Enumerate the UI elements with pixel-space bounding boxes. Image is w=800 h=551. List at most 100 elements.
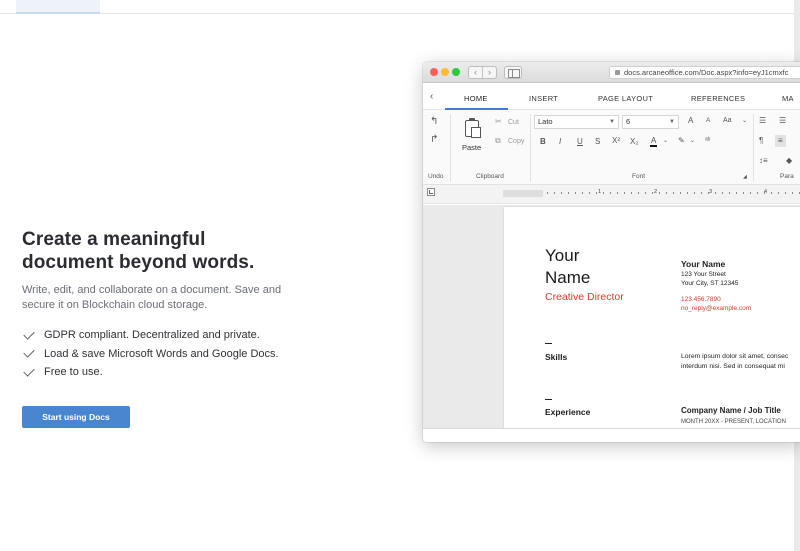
ribbon-toolbar: ↰ ↱ Undo Paste ✂ Cut ⧉ Copy Clipboard La… xyxy=(423,110,800,185)
bullet-list-icon[interactable]: ☰ xyxy=(759,117,766,125)
ruler-tick xyxy=(554,192,555,194)
ruler-tick xyxy=(687,192,688,194)
close-window-icon[interactable] xyxy=(430,68,438,76)
ruler-tick xyxy=(610,192,611,194)
skills-heading: Skills xyxy=(545,352,568,362)
ruler-tick xyxy=(736,192,737,194)
ribbon-tabs: ‹ HOME INSERT PAGE LAYOUT REFERENCES MA xyxy=(423,84,800,110)
toolbar-divider xyxy=(450,114,451,182)
font-size-select[interactable]: 6 ▼ xyxy=(622,115,679,129)
grow-font-icon[interactable]: A xyxy=(688,117,693,125)
clear-formatting-icon[interactable]: ᵃᵇ xyxy=(705,137,710,144)
start-using-docs-button[interactable]: Start using Docs xyxy=(22,405,130,428)
contact-address1: 123 Your Street xyxy=(681,271,726,278)
undo-group-label: Undo xyxy=(428,173,444,180)
font-size-value: 6 xyxy=(626,117,631,126)
font-family-select[interactable]: Lato ▼ xyxy=(534,115,619,129)
strikethrough-button[interactable]: S xyxy=(595,138,600,146)
tab-page-layout[interactable]: PAGE LAYOUT xyxy=(598,94,653,103)
top-nav-strip xyxy=(0,0,800,14)
italic-button[interactable]: I xyxy=(559,138,561,146)
line-spacing-icon[interactable]: ↕≡ xyxy=(759,157,768,165)
resume-contact: Your Name 123 Your Street Your City, ST … xyxy=(681,258,751,313)
contact-phone: 123.456.7890 xyxy=(681,296,721,303)
clipboard-group-label: Clipboard xyxy=(476,173,504,180)
top-nav-active-tab[interactable] xyxy=(16,0,100,14)
chevron-down-icon: ▼ xyxy=(669,119,675,125)
subscript-icon[interactable]: X₂ xyxy=(630,138,638,146)
section-divider xyxy=(545,343,552,344)
chevron-down-icon[interactable]: ⌄ xyxy=(742,118,747,124)
paste-button[interactable]: Paste xyxy=(462,143,481,152)
tab-stop-selector-icon[interactable] xyxy=(427,188,435,196)
tab-mailings[interactable]: MA xyxy=(782,94,794,103)
redo-icon[interactable]: ↱ xyxy=(430,135,438,145)
forward-arrow-icon[interactable]: › xyxy=(483,67,496,78)
document-canvas[interactable]: Your Name Creative Director Your Name 12… xyxy=(423,205,800,429)
ruler-tick xyxy=(708,192,709,194)
ribbon-back-icon[interactable]: ‹ xyxy=(430,91,433,102)
ruler-tick xyxy=(785,192,786,194)
ruler-tick xyxy=(778,192,779,194)
chevron-down-icon[interactable]: ⌄ xyxy=(663,138,668,144)
underline-button[interactable]: U xyxy=(577,138,583,146)
align-left-icon[interactable]: ≡ xyxy=(775,135,786,147)
change-case-icon[interactable]: Aa xyxy=(723,117,732,124)
hero-description: Write, edit, and collaborate on a docume… xyxy=(22,284,282,311)
back-arrow-icon[interactable]: ‹ xyxy=(469,67,483,78)
copy-button[interactable]: Copy xyxy=(508,138,524,145)
lock-icon xyxy=(615,70,620,75)
font-dialog-launcher-icon[interactable]: ◢ xyxy=(743,175,747,180)
numbered-list-icon[interactable]: ☰ xyxy=(779,117,786,125)
hero-title-line1: Create a meaningful xyxy=(22,229,206,250)
ruler-tick xyxy=(666,192,667,194)
shrink-font-icon[interactable]: A xyxy=(706,117,710,125)
cut-button[interactable]: Cut xyxy=(508,119,519,126)
experience-heading: Experience xyxy=(545,407,591,417)
minimize-window-icon[interactable] xyxy=(441,68,449,76)
document-page[interactable]: Your Name Creative Director Your Name 12… xyxy=(504,207,800,429)
fill-color-icon[interactable]: ◆ xyxy=(786,157,792,165)
chevron-down-icon[interactable]: ⌄ xyxy=(690,138,695,144)
undo-icon[interactable]: ↰ xyxy=(430,117,438,127)
ruler-margin xyxy=(503,190,543,197)
resume-role: Creative Director xyxy=(545,291,624,303)
scissors-icon[interactable]: ✂ xyxy=(495,118,502,126)
pilcrow-icon[interactable]: ¶ xyxy=(759,137,763,145)
browser-titlebar: ‹ › docs.arcaneoffice.com/Doc.aspx?info=… xyxy=(423,62,800,83)
ruler-tick xyxy=(722,192,723,194)
hero-section: Create a meaningful document beyond word… xyxy=(22,228,322,428)
paste-icon[interactable] xyxy=(465,118,481,138)
maximize-window-icon[interactable] xyxy=(452,68,460,76)
check-icon xyxy=(23,346,35,358)
ruler-tick xyxy=(764,192,765,194)
font-family-value: Lato xyxy=(538,117,553,126)
feature-item: GDPR compliant. Decentralized and privat… xyxy=(22,326,322,345)
feature-item: Load & save Microsoft Words and Google D… xyxy=(22,345,322,364)
browser-status-bar xyxy=(423,428,800,442)
superscript-icon[interactable]: X² xyxy=(612,137,620,145)
ruler-tick xyxy=(561,192,562,194)
ruler-tick xyxy=(589,192,590,194)
tab-references[interactable]: REFERENCES xyxy=(691,94,745,103)
horizontal-ruler[interactable]: 1 2 3 4 xyxy=(503,189,800,197)
highlight-icon[interactable]: ✎ xyxy=(678,137,685,145)
tab-insert[interactable]: INSERT xyxy=(529,94,558,103)
ruler-tick xyxy=(715,192,716,194)
font-color-button[interactable]: A xyxy=(650,137,658,147)
ruler-number: 2 xyxy=(654,189,658,195)
ruler-tick xyxy=(631,192,632,194)
ruler-tick xyxy=(750,192,751,194)
ruler-tick xyxy=(547,192,548,194)
url-bar[interactable]: docs.arcaneoffice.com/Doc.aspx?info=eyJ1… xyxy=(609,66,800,79)
resume-name: Your Name xyxy=(545,246,591,287)
tab-home[interactable]: HOME xyxy=(464,94,488,103)
copy-icon[interactable]: ⧉ xyxy=(495,137,501,145)
bold-button[interactable]: B xyxy=(540,138,546,146)
check-icon xyxy=(23,328,35,340)
font-group-label: Font xyxy=(632,173,646,180)
ruler-tick xyxy=(659,192,660,194)
sidebar-toggle-icon[interactable] xyxy=(504,66,522,79)
ruler-tick xyxy=(575,192,576,194)
ruler-tick xyxy=(729,192,730,194)
